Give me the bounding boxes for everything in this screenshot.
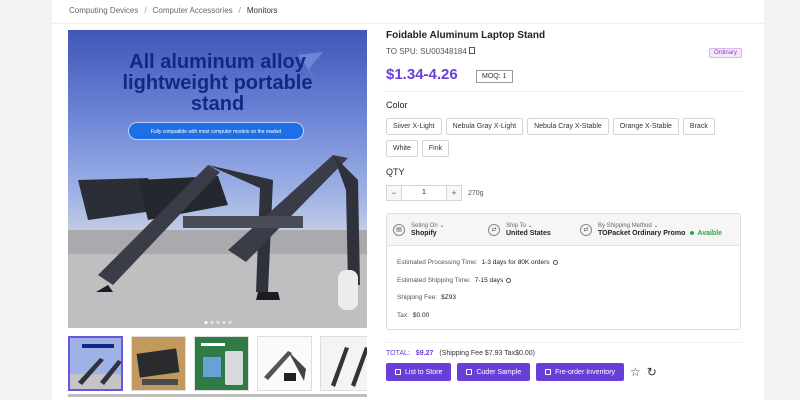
- product-title: Foidable Aluminum Laptop Stand: [386, 30, 546, 41]
- divider: [386, 342, 742, 343]
- inventory-icon: [545, 369, 552, 375]
- shipping-panel: ▤ Seting On ⌄ Shopify ⇄ Ship To ⌄ United…: [386, 213, 741, 330]
- order-sample-button[interactable]: Cuder Sample: [457, 363, 531, 381]
- shipping-method-label: By Shipping Method ⌄: [598, 223, 659, 229]
- color-option-pink[interactable]: Fink: [421, 140, 450, 157]
- color-option-silver-x-light[interactable]: Siiver X-Light: [386, 118, 442, 135]
- ship-to-selector[interactable]: ⇄ Ship To ⌄ United States: [488, 222, 580, 237]
- action-bar: List to Store Cuder Sample Fre-order Inv…: [386, 363, 657, 381]
- moq-badge: MOQ: 1: [476, 70, 513, 83]
- total-label: TOTAL:: [386, 350, 410, 357]
- shipping-header: ▤ Seting On ⌄ Shopify ⇄ Ship To ⌄ United…: [387, 214, 740, 246]
- product-details: Foidable Aluminum Laptop Stand TO SPU: S…: [386, 30, 742, 381]
- shipping-method-value: TOPacket Ordinary Promo Avaible: [598, 230, 723, 237]
- shipping-method-icon: ⇄: [580, 223, 592, 236]
- ship-from-label: Seting On ⌄: [411, 223, 445, 229]
- breadcrumb-item-computer-accessories[interactable]: Computer Accessories: [153, 6, 233, 15]
- carousel-dot[interactable]: [228, 321, 231, 324]
- divider: [386, 91, 742, 92]
- product-spu-text: TO SPU: SU00348184: [386, 47, 467, 56]
- product-page: Computing Devices / Computer Accessories…: [52, 0, 764, 400]
- carousel-dots: [204, 321, 231, 324]
- carousel-dot[interactable]: [222, 321, 225, 324]
- copy-icon[interactable]: [468, 47, 475, 55]
- refresh-icon[interactable]: ↻: [647, 363, 657, 381]
- breadcrumb-item-monitors[interactable]: Monitors: [247, 6, 278, 15]
- thumbnail-scrollbar-thumb[interactable]: [68, 394, 367, 397]
- hero-headline: All aluminum alloy lightweight portable …: [68, 52, 367, 115]
- color-options: Siiver X-Light Nebula Gray X-Light Nebul…: [386, 118, 742, 157]
- shipping-method-selector[interactable]: ⇄ By Shipping Method ⌄ TOPacket Ordinary…: [580, 222, 722, 237]
- processing-time-row: Estimated Processing Time: 1-3 days for 8…: [397, 254, 730, 272]
- breadcrumb-item-computing-devices[interactable]: Computing Devices: [69, 6, 138, 15]
- product-price: $1.34-4.26: [386, 66, 458, 83]
- product-weight: 270g: [468, 189, 484, 197]
- hero-compatibility-pill: Fully compatible with most computer mode…: [128, 122, 304, 140]
- color-option-orange-x-stable[interactable]: Orange X-Stable: [612, 118, 679, 135]
- clock-icon: [506, 277, 512, 283]
- product-main-image[interactable]: All aluminum alloy lightweight portable …: [68, 30, 367, 328]
- breadcrumb-separator: /: [238, 6, 241, 15]
- ship-to-label: Ship To ⌄: [506, 223, 533, 229]
- carousel-dot[interactable]: [216, 321, 219, 324]
- list-to-store-button[interactable]: List to Store: [386, 363, 452, 381]
- quantity-stepper: − 1 + 270g: [386, 185, 484, 201]
- thumbnail-2[interactable]: [131, 336, 186, 391]
- shipping-fee-row: Shipping Fee: $Z93: [397, 294, 456, 302]
- thumbnail-strip: [68, 336, 367, 392]
- star-icon[interactable]: ☆: [630, 363, 641, 381]
- qty-increment-button[interactable]: +: [446, 185, 462, 201]
- sample-icon: [466, 369, 473, 375]
- qty-input[interactable]: 1: [402, 185, 446, 201]
- hero-headline-line: All aluminum alloy: [129, 51, 306, 73]
- thumbnail-5[interactable]: [320, 336, 367, 391]
- thumbnail-1[interactable]: [68, 336, 123, 391]
- status-badge: Ordinary: [708, 48, 742, 58]
- order-total: TOTAL: $9.27 (Shipping Fee $7.93 Tax$0.0…: [386, 350, 535, 357]
- clock-icon: [552, 260, 558, 266]
- carousel-dot[interactable]: [204, 321, 207, 324]
- thumbnail-scrollbar[interactable]: [68, 394, 367, 397]
- shipping-time-row: Estimated Shipping Time: 7-15 days: [397, 272, 730, 290]
- pre-order-inventory-button[interactable]: Fre-order Inventory: [536, 363, 625, 381]
- breadcrumb-separator: /: [144, 6, 147, 15]
- ship-from-selector[interactable]: ▤ Seting On ⌄ Shopify: [393, 222, 488, 237]
- ship-from-value: Shopify: [411, 230, 437, 237]
- store-icon: ▤: [393, 223, 405, 236]
- color-option-nebula-gray-x-light[interactable]: Nebula Gray X-Light: [445, 118, 524, 135]
- list-icon: [395, 369, 401, 375]
- carousel-dot[interactable]: [210, 321, 213, 324]
- truck-icon: ⇄: [488, 223, 500, 236]
- hero-headline-line: stand: [190, 93, 245, 115]
- tax-row: Tax: $0.00: [397, 311, 430, 319]
- color-option-nebula-gray-x-stable[interactable]: Nebula Cray X-Stable: [527, 118, 609, 135]
- qty-decrement-button[interactable]: −: [386, 185, 402, 201]
- total-breakdown: (Shipping Fee $7.93 Tax$0.00): [439, 350, 535, 357]
- product-spu: TO SPU: SU00348184: [386, 47, 475, 56]
- total-value: $9.27: [415, 350, 434, 357]
- availability-status: Avaible: [685, 230, 722, 237]
- hero-headline-line: lightweight portable: [122, 72, 313, 94]
- breadcrumb: Computing Devices / Computer Accessories…: [69, 6, 278, 15]
- thumbnail-4[interactable]: [257, 336, 312, 391]
- ship-to-value: United States: [506, 230, 551, 237]
- shipping-details: Estimated Processing Time: 1-3 days for 8…: [387, 246, 740, 332]
- qty-label: QTY: [386, 167, 405, 177]
- color-label: Color: [386, 100, 408, 110]
- thumbnail-3[interactable]: [194, 336, 249, 391]
- divider: [52, 23, 764, 24]
- color-option-white[interactable]: White: [386, 140, 418, 157]
- color-option-black[interactable]: Brack: [682, 118, 715, 135]
